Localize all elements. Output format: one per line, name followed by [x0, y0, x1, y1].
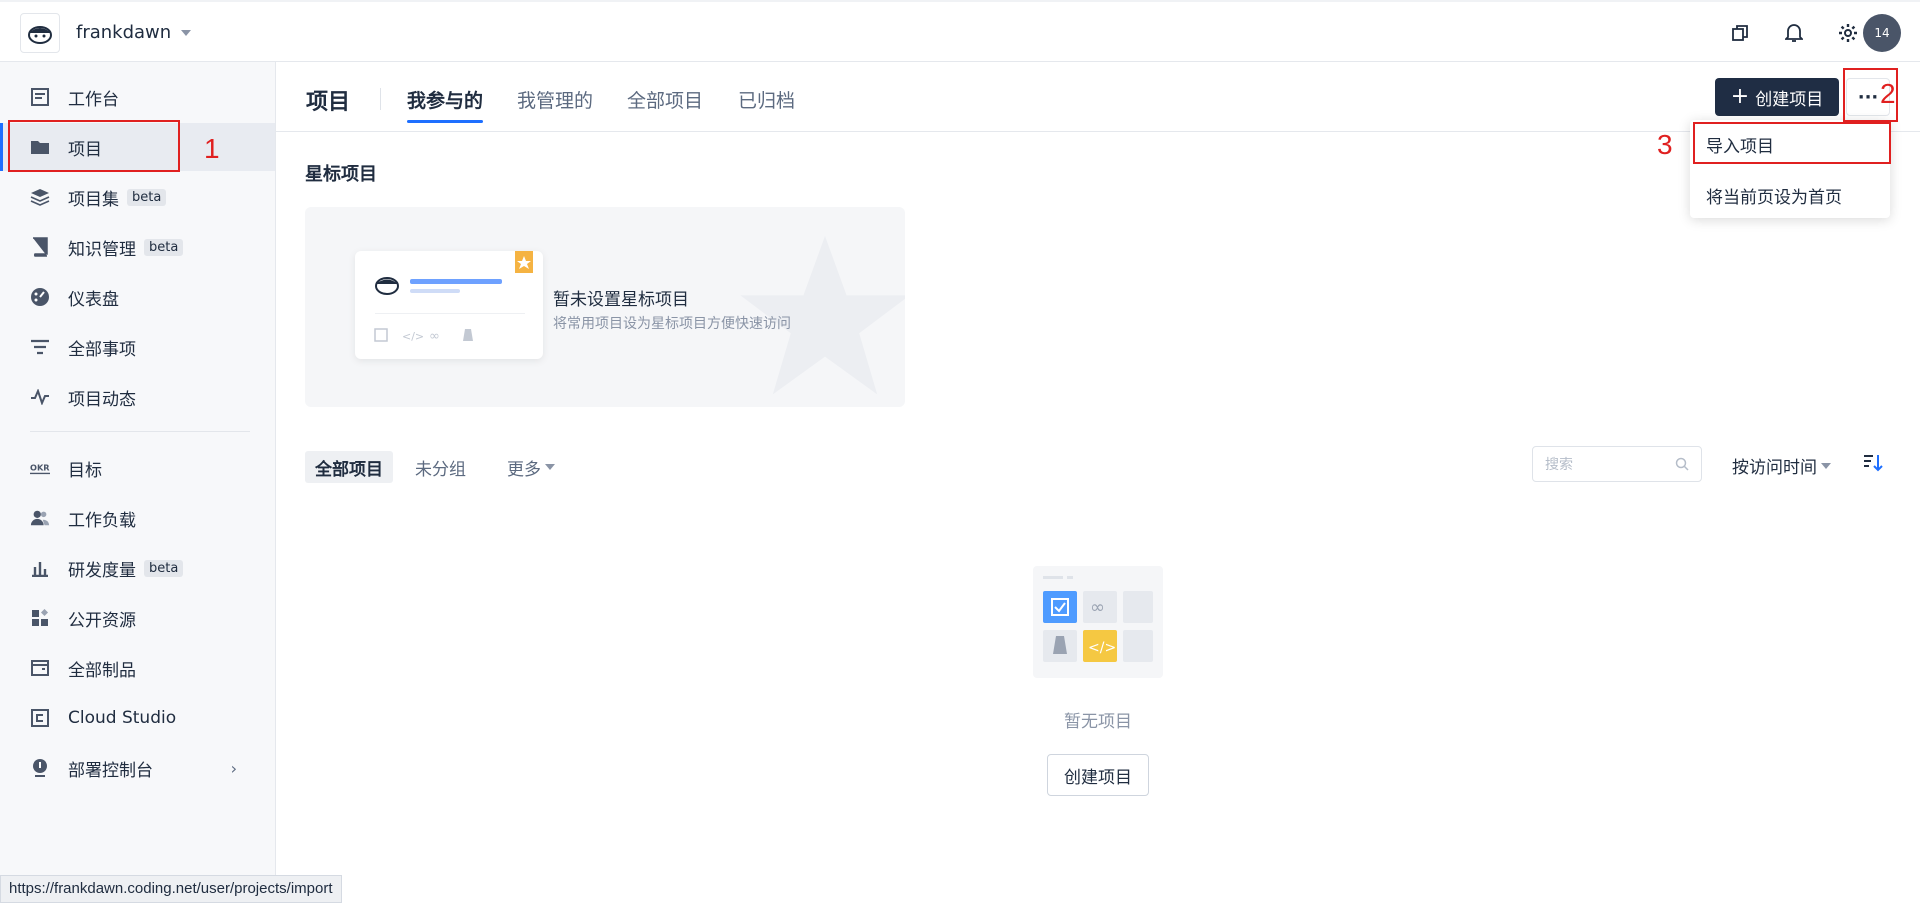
empty-projects-text: 暂无项目 — [1064, 712, 1132, 732]
beta-badge: beta — [144, 238, 184, 256]
coding-logo-icon[interactable] — [20, 13, 60, 53]
team-switcher[interactable]: frankdawn — [76, 22, 192, 43]
sidebar-item-metrics[interactable]: 研发度量 beta — [0, 544, 275, 592]
sidebar-item-knowledge[interactable]: 知识管理 beta — [0, 223, 275, 271]
avatar[interactable]: 14 — [1863, 14, 1901, 52]
grid-icon — [30, 608, 50, 628]
title-divider — [380, 88, 381, 110]
create-project-button[interactable]: + 创建项目 — [1715, 78, 1839, 116]
sort-order-icon[interactable] — [1862, 452, 1884, 474]
status-bar-url: https://frankdawn.coding.net/user/projec… — [0, 875, 342, 903]
tab-archived[interactable]: 已归档 — [738, 86, 795, 113]
main-header: 项目 我参与的 我管理的 全部项目 已归档 — [276, 62, 1920, 132]
annotation-box-3 — [1693, 122, 1891, 164]
sort-dropdown[interactable]: 按访问时间 — [1732, 453, 1831, 478]
annotation-number-2: 2 — [1880, 78, 1896, 109]
sidebar-item-label: 工作台 — [68, 89, 119, 110]
search-input[interactable]: 搜索 — [1532, 446, 1702, 482]
book-icon — [30, 237, 50, 257]
sidebar-item-workload[interactable]: 工作负载 — [0, 494, 275, 542]
sidebar-item-label: 部署控制台 — [68, 760, 153, 781]
chevron-down-icon — [181, 29, 192, 36]
sidebar-item-label: 目标 — [68, 460, 102, 481]
sidebar-item-dashboard[interactable]: 仪表盘 — [0, 273, 275, 321]
copy-window-icon[interactable] — [1728, 21, 1752, 45]
svg-text:OKR: OKR — [30, 463, 50, 473]
svg-text:</>: </> — [1088, 640, 1116, 656]
beta-badge: beta — [127, 188, 167, 206]
sidebar-item-activity[interactable]: 项目动态 — [0, 373, 275, 421]
users-icon — [30, 508, 50, 528]
sidebar-item-label: 全部事项 — [68, 339, 136, 360]
starred-section-title: 星标项目 — [305, 164, 377, 185]
filter-more-label: 更多 — [507, 459, 541, 480]
search-placeholder: 搜索 — [1545, 457, 1573, 473]
filter-icon — [30, 337, 50, 357]
sidebar-item-program[interactable]: 项目集 beta — [0, 173, 275, 221]
team-name: frankdawn — [76, 22, 172, 43]
layers-icon — [30, 187, 50, 207]
empty-create-project-button[interactable]: 创建项目 — [1047, 754, 1149, 796]
sidebar-item-deploy-console[interactable]: 部署控制台 › — [0, 744, 275, 792]
sidebar-item-label: 全部制品 — [68, 660, 136, 681]
beta-badge: beta — [144, 559, 184, 577]
plus-icon: + — [1730, 84, 1750, 109]
sidebar-item-label: 工作负载 — [68, 510, 136, 531]
sidebar-item-workbench[interactable]: 工作台 — [0, 73, 275, 121]
chevron-down-icon — [545, 464, 555, 470]
filter-tab-more[interactable]: 更多 — [507, 451, 555, 483]
bar-chart-icon — [30, 558, 50, 578]
search-icon — [1675, 457, 1689, 471]
deploy-icon — [30, 758, 50, 778]
tab-all-projects[interactable]: 全部项目 — [627, 86, 703, 113]
starred-empty-title: 暂未设置星标项目 — [553, 290, 689, 310]
sort-label: 按访问时间 — [1732, 458, 1817, 478]
sidebar-item-artifacts[interactable]: 全部制品 — [0, 644, 275, 692]
starred-empty-subtitle: 将常用项目设为星标项目方便快速访问 — [553, 316, 791, 332]
sidebar-item-label: 公开资源 — [68, 610, 136, 631]
sidebar: 工作台 项目 项目集 beta 知识管理 beta 仪表盘 全部事项 项目动态 … — [0, 62, 276, 903]
svg-text:∞: ∞ — [429, 329, 440, 344]
annotation-number-3: 3 — [1657, 129, 1673, 160]
tab-participating[interactable]: 我参与的 — [407, 86, 484, 123]
filter-tab-ungrouped[interactable]: 未分组 — [415, 451, 466, 483]
create-project-label: 创建项目 — [1755, 89, 1824, 110]
svg-text:∞: ∞ — [1090, 597, 1105, 618]
dashboard-icon — [30, 87, 50, 107]
menu-item-set-homepage[interactable]: 将当前页设为首页 — [1690, 174, 1890, 216]
gear-icon[interactable] — [1836, 21, 1860, 45]
gauge-icon — [30, 287, 50, 307]
bell-icon[interactable] — [1782, 21, 1806, 45]
annotation-box-1 — [8, 120, 180, 172]
filter-tab-all[interactable]: 全部项目 — [305, 451, 393, 483]
sidebar-divider — [30, 431, 250, 432]
sidebar-item-public-resources[interactable]: 公开资源 — [0, 594, 275, 642]
chevron-right-icon: › — [230, 758, 237, 778]
sidebar-item-label: 研发度量 — [68, 560, 136, 581]
sidebar-item-label: 知识管理 — [68, 239, 136, 260]
sidebar-item-label: 项目集 — [68, 189, 119, 210]
sidebar-item-label: 仪表盘 — [68, 289, 119, 310]
annotation-number-1: 1 — [204, 133, 220, 164]
page-title: 项目 — [306, 90, 351, 115]
svg-text:</>: </> — [402, 330, 424, 343]
sidebar-item-label: 项目动态 — [68, 389, 136, 410]
box-icon — [30, 658, 50, 678]
chevron-down-icon — [1821, 462, 1831, 469]
tab-managed[interactable]: 我管理的 — [517, 86, 593, 113]
top-bar: frankdawn 14 — [0, 0, 1920, 62]
activity-icon — [30, 387, 50, 407]
sidebar-item-okr[interactable]: OKR 目标 — [0, 444, 275, 492]
okr-icon: OKR — [30, 458, 50, 478]
starred-card-illustration: </> ∞ — [355, 251, 543, 359]
sidebar-item-all-issues[interactable]: 全部事项 — [0, 323, 275, 371]
empty-projects-illustration: ∞ </> — [1033, 566, 1163, 678]
